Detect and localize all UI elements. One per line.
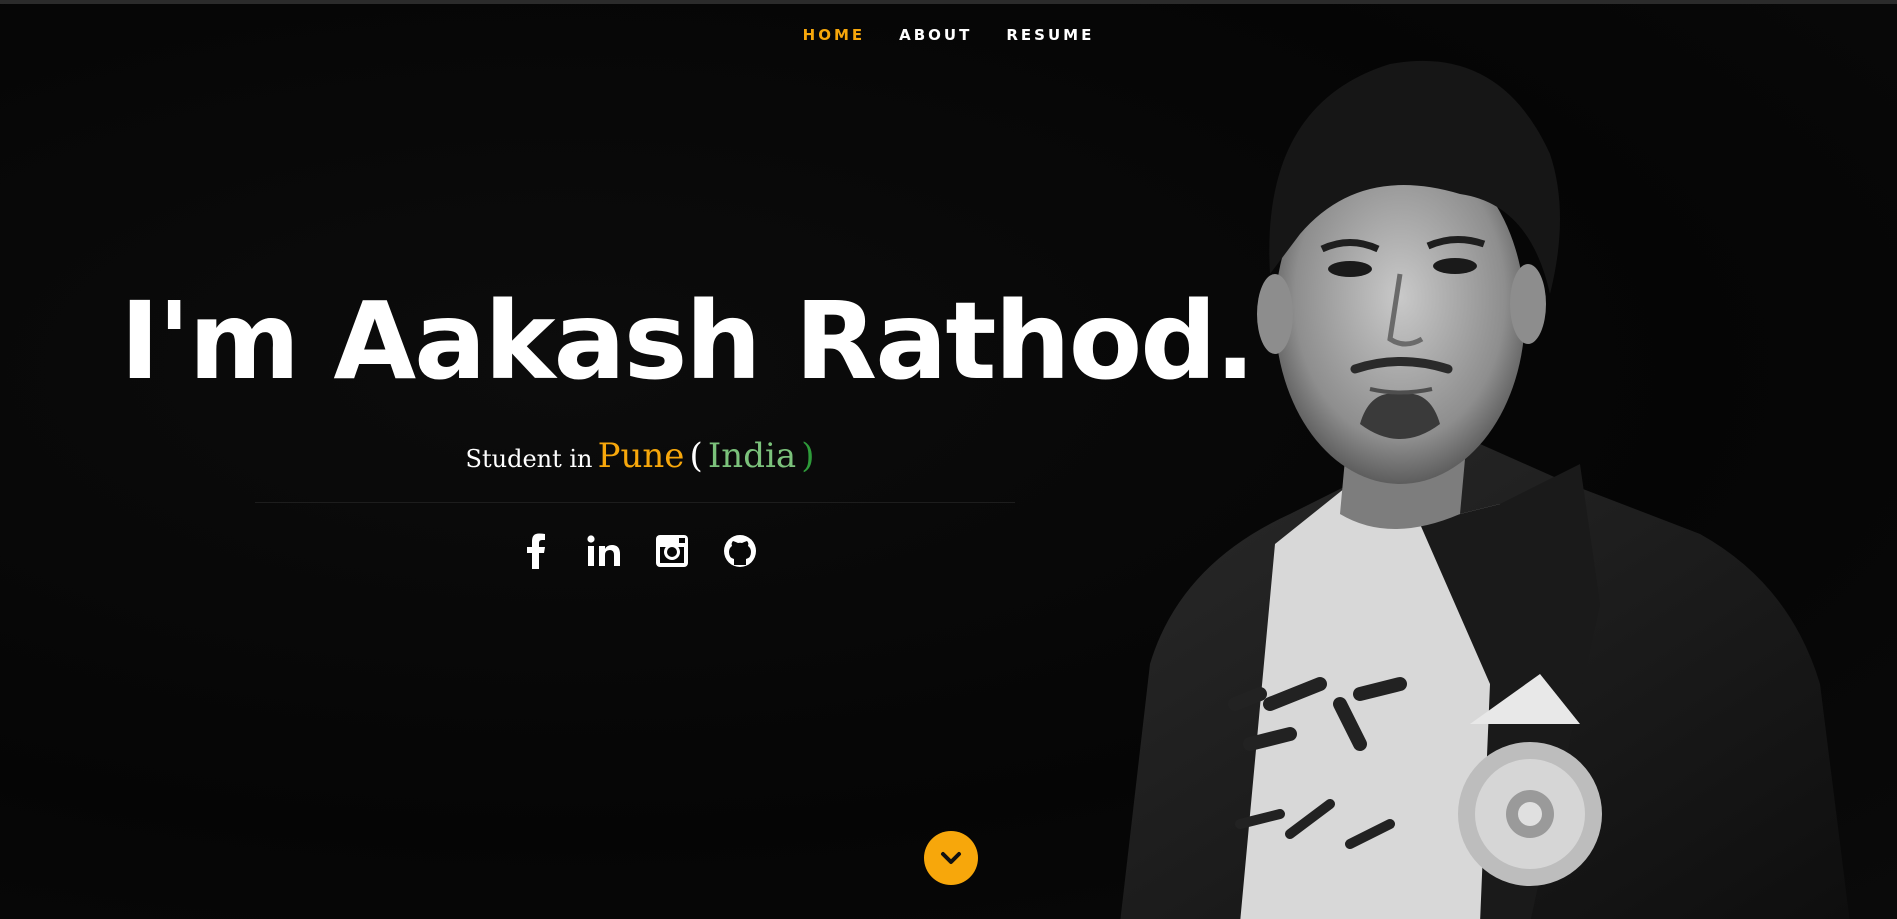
subtitle-prefix: Student in [465,445,593,473]
chevron-down-icon [941,852,961,864]
github-icon[interactable] [720,531,760,571]
subtitle-city: Pune [597,436,685,476]
subtitle-open-paren: ( [689,436,703,476]
facebook-icon[interactable] [516,531,556,571]
hero-section: HOME ABOUT RESUME I'm Aakash Rathod. Stu… [0,4,1897,919]
instagram-icon[interactable] [652,531,692,571]
hero-headline: I'm Aakash Rathod. [120,280,1255,404]
hero-divider [255,502,1015,503]
nav-about-link[interactable]: ABOUT [899,26,972,44]
linkedin-icon[interactable] [584,531,624,571]
scroll-down-button[interactable] [924,831,978,885]
nav-resume-link[interactable]: RESUME [1006,26,1094,44]
main-nav: HOME ABOUT RESUME [0,26,1897,44]
social-links [516,531,760,571]
hero-subtitle: Student in Pune ( India ) [210,436,1070,476]
subtitle-close-paren: ) [801,436,815,476]
nav-home-link[interactable]: HOME [803,26,865,44]
profile-photo [1120,60,1850,919]
subtitle-country: India [707,436,797,476]
